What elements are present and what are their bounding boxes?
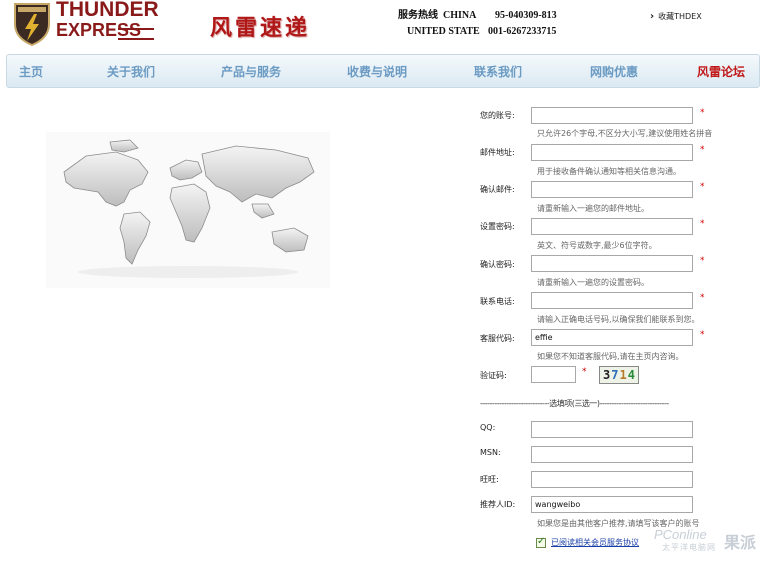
service-code-input[interactable] bbox=[531, 329, 693, 346]
captcha-char: 4 bbox=[627, 368, 636, 382]
nav-item-home[interactable]: 主页 bbox=[19, 63, 43, 80]
shield-logo-icon bbox=[14, 3, 50, 46]
thunder-express-logo[interactable]: THUNDER EXPRESS bbox=[12, 0, 159, 48]
required-mark: * bbox=[700, 330, 705, 340]
nav-item-pricing[interactable]: 收费与说明 bbox=[347, 63, 407, 80]
email-label: 邮件地址: bbox=[480, 148, 515, 157]
confirm-email-hint: 请重新输入一遍您的邮件地址。 bbox=[537, 204, 649, 213]
pconline-watermark: PConline 太平洋电脑网 果派 bbox=[648, 527, 760, 557]
watermark-sub: 太平洋电脑网 bbox=[662, 543, 716, 552]
password-label: 设置密码: bbox=[480, 222, 515, 231]
service-code-label: 客服代码: bbox=[480, 334, 515, 343]
referrer-input[interactable] bbox=[531, 496, 693, 513]
email-input[interactable] bbox=[531, 144, 693, 161]
password-hint: 英文、符号或数字,最少6位字符。 bbox=[537, 241, 657, 250]
favorite-link-label: 收藏THDEX bbox=[658, 12, 702, 21]
agree-row: 已阅读相关会员服务协议 bbox=[536, 536, 639, 548]
qq-label: QQ: bbox=[480, 423, 496, 432]
nav-item-deals[interactable]: 网购优惠 bbox=[590, 63, 638, 80]
hotline-number-china: 95-040309-813 bbox=[495, 10, 557, 21]
account-label: 您的账号: bbox=[480, 111, 515, 120]
captcha-input[interactable] bbox=[531, 366, 576, 383]
confirm-email-input[interactable] bbox=[531, 181, 693, 198]
required-mark: * bbox=[700, 219, 705, 229]
required-mark: * bbox=[700, 293, 705, 303]
chevron-right-icon: › bbox=[650, 11, 655, 22]
confirm-password-input[interactable] bbox=[531, 255, 693, 272]
wangwang-input[interactable] bbox=[531, 471, 693, 488]
phone-hint: 请输入正确电话号码,以确保我们能联系到您。 bbox=[537, 315, 700, 324]
hotline-number-us: 001-6267233715 bbox=[488, 26, 557, 37]
hotline-region-us: UNITED STATE bbox=[407, 26, 480, 37]
captcha-label: 验证码: bbox=[480, 371, 507, 380]
main-nav: 主页 关于我们 产品与服务 收费与说明 联系我们 网购优惠 风雷论坛 bbox=[6, 54, 760, 88]
hotline-label: 服务热线 bbox=[398, 10, 438, 21]
required-mark: * bbox=[700, 108, 705, 118]
hotline-info: 服务热线 CHINA 95-040309-813 UNITED STATE 001-… bbox=[398, 8, 557, 40]
service-code-hint: 如果您不知道客服代码,请在主页内咨询。 bbox=[537, 352, 684, 361]
email-hint: 用于接收备件确认通知等相关信息沟通。 bbox=[537, 167, 681, 176]
referrer-label: 推荐人ID: bbox=[480, 500, 516, 509]
nav-item-about[interactable]: 关于我们 bbox=[107, 63, 155, 80]
nav-item-contact[interactable]: 联系我们 bbox=[474, 63, 522, 80]
required-mark: * bbox=[700, 256, 705, 266]
msn-label: MSN: bbox=[480, 448, 501, 457]
watermark-brand: 果派 bbox=[724, 533, 757, 552]
watermark-site: PConline bbox=[654, 527, 707, 542]
agree-link[interactable]: 已阅读相关会员服务协议 bbox=[551, 538, 639, 547]
optional-divider: -----------------------------选填项(三选一)---… bbox=[480, 399, 669, 408]
password-input[interactable] bbox=[531, 218, 693, 235]
required-mark: * bbox=[700, 145, 705, 155]
msn-input[interactable] bbox=[531, 446, 693, 463]
phone-input[interactable] bbox=[531, 292, 693, 309]
nav-item-products[interactable]: 产品与服务 bbox=[221, 63, 281, 80]
world-map-image bbox=[46, 132, 330, 288]
required-mark: * bbox=[700, 182, 705, 192]
captcha-image[interactable]: 3714 bbox=[599, 366, 639, 384]
captcha-char: 1 bbox=[619, 368, 628, 382]
wangwang-label: 旺旺: bbox=[480, 475, 499, 484]
captcha-char: 3 bbox=[603, 368, 612, 382]
confirm-password-label: 确认密码: bbox=[480, 260, 515, 269]
agree-checkbox[interactable] bbox=[536, 536, 546, 548]
site-header: THUNDER EXPRESS 风雷速递 服务热线 CHINA 95-040309… bbox=[0, 0, 761, 52]
favorite-link[interactable]: › 收藏THDEX bbox=[650, 11, 702, 22]
required-mark: * bbox=[582, 367, 587, 377]
confirm-email-label: 确认邮件: bbox=[480, 185, 515, 194]
hotline-region-china: CHINA bbox=[443, 10, 477, 21]
logo-text-thunder: THUNDER bbox=[56, 0, 159, 21]
logo-decoration bbox=[118, 28, 154, 40]
account-hint: 只允许26个字母,不区分大小写,建议使用姓名拼音 bbox=[537, 129, 713, 138]
qq-input[interactable] bbox=[531, 421, 693, 438]
nav-item-forum[interactable]: 风雷论坛 bbox=[697, 63, 745, 80]
phone-label: 联系电话: bbox=[480, 297, 515, 306]
brand-name-cn: 风雷速递 bbox=[210, 15, 311, 41]
account-input[interactable] bbox=[531, 107, 693, 124]
confirm-password-hint: 请重新输入一遍您的设置密码。 bbox=[537, 278, 649, 287]
